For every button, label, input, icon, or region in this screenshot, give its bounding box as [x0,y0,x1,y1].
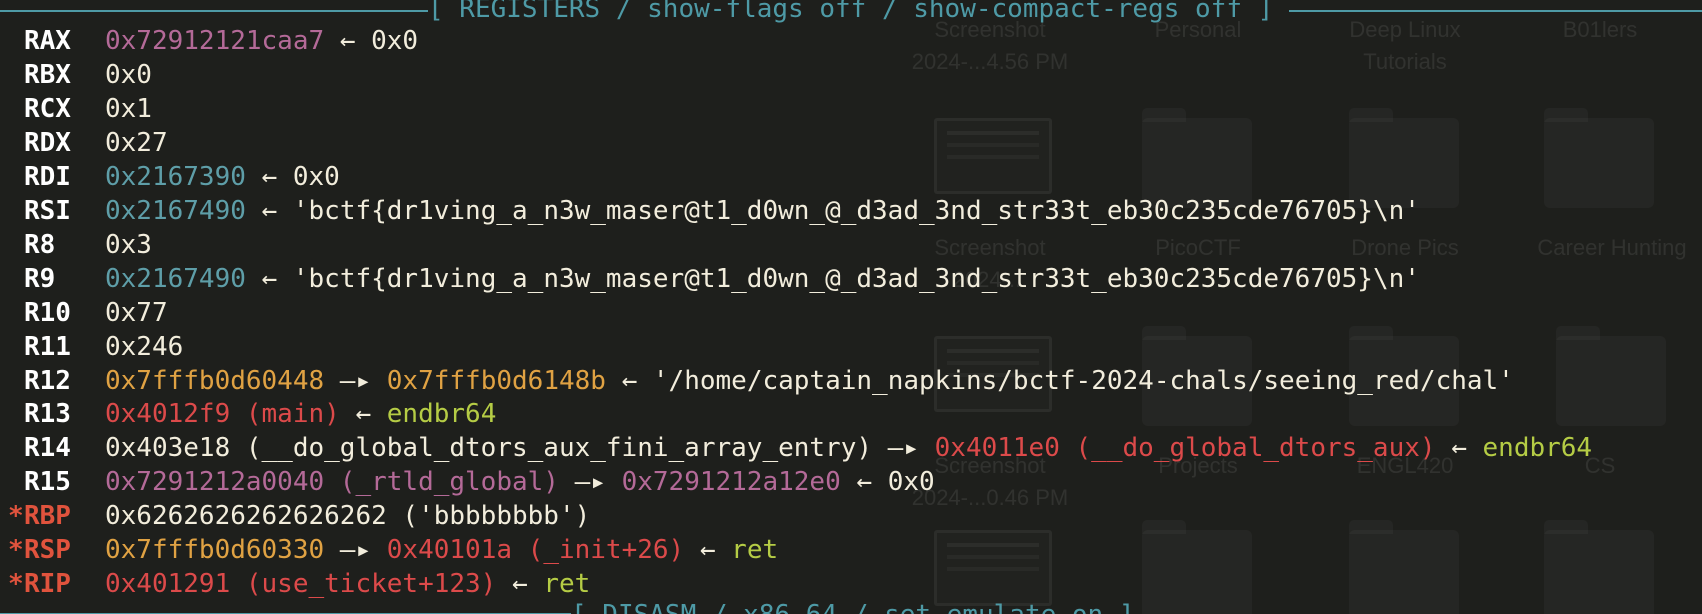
value-segment: 0x246 [105,332,184,362]
register-name: R11 [24,332,71,362]
registers-header: [ REGISTERS / show-flags off / show-comp… [428,0,1274,24]
value-segment: 0x3 [105,230,152,260]
value-segment: 0x0 [371,26,419,56]
register-value: 0x2167490 ← 'bctf{dr1ving_a_n3w_maser@t1… [105,262,1420,296]
register-name: RBX [24,60,71,90]
value-segment: 0x2167490 [105,196,246,226]
register-name: RAX [24,26,71,56]
pointer-arrow: ← [245,264,293,294]
value-segment: ret [543,569,591,599]
value-segment: 0x77 [105,298,168,328]
register-name: RSI [24,196,71,226]
register-value: 0x3 [105,228,152,262]
changed-marker: * [8,535,24,565]
pointer-arrow: ← [840,467,888,497]
register-value: 0x72912121caa7 ← 0x0 [105,24,418,58]
register-value: 0x0 [105,58,152,92]
register-name: R12 [24,366,71,396]
value-segment: 0x27 [105,128,168,158]
value-segment: 0x0 [887,467,935,497]
pwndbg-terminal: [ REGISTERS / show-flags off / show-comp… [0,0,1702,614]
pointer-arrow: ← [684,535,732,565]
value-segment: 0x1 [105,94,152,124]
register-name: R9 [24,264,56,294]
register-value: 0x7fffb0d60330 —▸ 0x40101a (_init+26) ← … [105,533,778,567]
header-rule-left [0,10,428,12]
register-value: 0x6262626262626262 ('bbbbbbbb') [105,499,590,533]
register-value: 0x77 [105,296,168,330]
value-segment: 0x0 [292,162,340,192]
value-segment: 0x7291212a12e0 [621,467,841,497]
value-segment: ret [731,535,779,565]
pointer-arrow: ← [245,196,293,226]
register-name: R13 [24,399,71,429]
register-name: RDI [24,162,71,192]
register-value: 0x7291212a0040 (_rtld_global) —▸ 0x72912… [105,465,935,499]
register-name: RIP [24,569,71,599]
value-segment: endbr64 [1482,433,1593,463]
value-segment: endbr64 [386,399,497,429]
register-value: 0x7fffb0d60448 —▸ 0x7fffb0d6148b ← '/hom… [105,364,1514,398]
register-value: 0x246 [105,330,183,364]
register-name: R14 [24,433,71,463]
header-rule-right [1289,10,1702,12]
pointer-arrow: —▸ [324,366,387,396]
value-segment: 0x7fffb0d6148b [386,366,606,396]
changed-marker: * [8,569,24,599]
value-segment: 'bctf{dr1ving_a_n3w_maser@t1_d0wn_@_d3ad… [292,196,1420,226]
register-name: R15 [24,467,71,497]
value-segment: 0x2167390 [105,162,246,192]
register-name: RDX [24,128,71,158]
value-segment: 0x4012f9 (main) [105,399,340,429]
value-segment: 0x2167490 [105,264,246,294]
value-segment: 0x7fffb0d60448 [105,366,325,396]
value-segment: 0x4011e0 (__do_global_dtors_aux) [934,433,1436,463]
register-name: RCX [24,94,71,124]
register-name: RBP [24,501,71,531]
changed-marker: * [8,501,24,531]
register-name: R10 [24,298,71,328]
pointer-arrow: ← [339,399,387,429]
value-segment: 0x7fffb0d60330 [105,535,325,565]
value-segment: 0x40101a (_init+26) [386,535,685,565]
pointer-arrow: —▸ [872,433,935,463]
register-value: 0x2167490 ← 'bctf{dr1ving_a_n3w_maser@t1… [105,194,1420,228]
value-segment: 0x7291212a0040 (_rtld_global) [105,467,559,497]
pointer-arrow: —▸ [558,467,622,497]
pointer-arrow: ← [496,569,544,599]
pointer-arrow: ← [245,162,293,192]
disasm-header: [ DISASM / x86-64 / set emulate on ] [571,600,1135,614]
value-segment: 0x6262626262626262 ('bbbbbbbb') [105,501,591,531]
register-name: RSP [24,535,71,565]
pointer-arrow: —▸ [324,535,387,565]
register-name: R8 [24,230,56,260]
value-segment: 0x401291 (use_ticket+123) [105,569,497,599]
register-value: 0x403e18 (__do_global_dtors_aux_fini_arr… [105,431,1592,465]
value-segment: 0x72912121caa7 [105,26,325,56]
pointer-arrow: ← [324,26,372,56]
value-segment: '/home/captain_napkins/bctf-2024-chals/s… [652,366,1514,396]
register-value: 0x2167390 ← 0x0 [105,160,340,194]
register-value: 0x27 [105,126,168,160]
value-segment: 'bctf{dr1ving_a_n3w_maser@t1_d0wn_@_d3ad… [292,264,1420,294]
register-value: 0x1 [105,92,152,126]
pointer-arrow: ← [1435,433,1483,463]
pointer-arrow: ← [605,366,653,396]
register-value: 0x4012f9 (main) ← endbr64 [105,397,496,431]
register-value: 0x401291 (use_ticket+123) ← ret [105,567,590,601]
value-segment: 0x0 [105,60,152,90]
value-segment: 0x403e18 (__do_global_dtors_aux_fini_arr… [105,433,873,463]
